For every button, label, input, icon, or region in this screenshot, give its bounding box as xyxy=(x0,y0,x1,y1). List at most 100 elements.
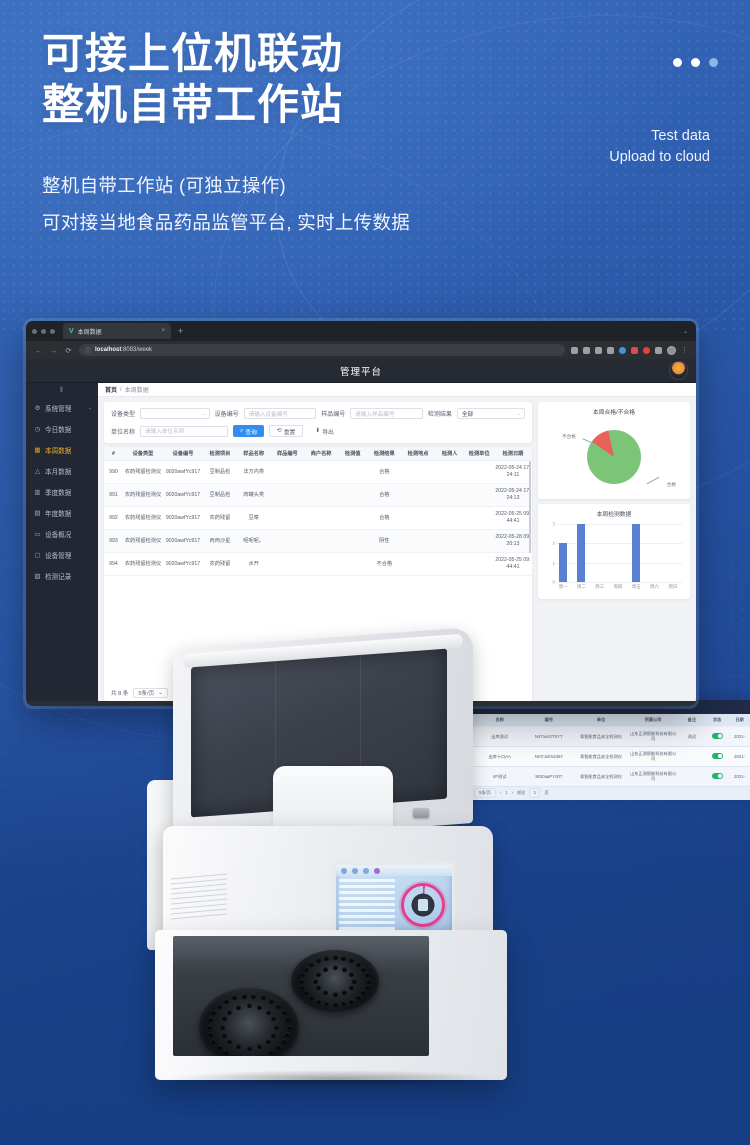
col-sample-name: 样品名称 xyxy=(236,447,271,461)
back-button[interactable]: ← xyxy=(34,346,43,355)
extensions-icon[interactable] xyxy=(655,346,662,354)
carousel-well xyxy=(271,1016,277,1022)
device-type-label: 设备类型 xyxy=(111,412,136,418)
share-icon[interactable] xyxy=(595,346,602,354)
carousel-well xyxy=(349,998,355,1004)
window-controls[interactable] xyxy=(32,328,55,334)
sidebar-item-label: 设备管理 xyxy=(45,552,72,560)
new-tab-button[interactable]: + xyxy=(178,326,183,336)
device-type-select[interactable]: ⌄ xyxy=(140,408,210,419)
maximize-window-button[interactable] xyxy=(50,328,55,334)
bar-cell[interactable] xyxy=(645,524,663,582)
bar[interactable] xyxy=(577,524,586,582)
extension-puzzle-icon[interactable] xyxy=(583,346,590,354)
sidebar-item-test-records[interactable]: ▧ 检测记录 xyxy=(26,565,98,586)
sidebar-collapse-toggle[interactable]: ‖ xyxy=(26,383,98,397)
pagination-total: 共 8 条 xyxy=(111,691,129,697)
profile-avatar[interactable] xyxy=(667,345,676,355)
cell-test-place xyxy=(401,552,435,577)
sidebar-item-year-data[interactable]: ▤ 年度数据 xyxy=(26,502,98,523)
record-icon[interactable] xyxy=(643,346,650,354)
bar[interactable] xyxy=(632,524,641,582)
browser-menu-icon[interactable]: ⋮ xyxy=(681,346,688,354)
sidebar-item-device-overview[interactable]: ▭ 设备概况 xyxy=(26,523,98,544)
instrument-touchscreen[interactable] xyxy=(333,862,455,934)
table-row[interactable]: 991 农药残留检测仪 9020awfYc917 豆制品检 肉罐头类 合格 20… xyxy=(104,483,532,508)
sample-no-label: 样品编号 xyxy=(321,412,346,418)
avatar[interactable] xyxy=(669,361,688,380)
eyebrow-text: Test data Upload to cloud xyxy=(609,126,710,168)
cell-test-item: 农药残留 xyxy=(203,506,237,531)
sidebar-item-today-data[interactable]: ◷ 今日数据 xyxy=(26,418,98,439)
screen-toolbar-icon-3 xyxy=(363,867,369,874)
table-row[interactable]: 994 农药残留检测仪 9020awfYc917 农药残留 水开 不合格 202… xyxy=(104,552,532,577)
cell-note xyxy=(678,766,706,787)
reload-button[interactable]: ⟳ xyxy=(64,346,73,355)
bar[interactable] xyxy=(559,543,568,582)
result-value: 全部 xyxy=(461,411,474,418)
bar-cell[interactable] xyxy=(572,524,590,582)
hero-sub-line-2: 可对接当地食品药品监管平台, 实时上传数据 xyxy=(42,211,411,233)
sample-no-input[interactable]: 请输入样品编号 xyxy=(350,408,423,419)
result-label: 检测结果 xyxy=(427,412,452,418)
reset-button[interactable]: ⟲ 重置 xyxy=(268,425,304,437)
records-table: # 设备类型 设备编号 检测项目 样品名称 样品编号 商户名称 检测值 检测结果 xyxy=(104,447,532,577)
device-no-input[interactable]: 请输入设备编号 xyxy=(243,408,317,419)
sidebar-item-device-management[interactable]: ▢ 设备管理 xyxy=(26,544,98,565)
carousel-well xyxy=(365,978,371,984)
cell-date: 2021- xyxy=(729,746,750,767)
sidebar-item-quarter-data[interactable]: ▥ 季度数据 xyxy=(26,481,98,502)
cell-sample-no xyxy=(270,483,305,508)
pie-chart-graphic[interactable] xyxy=(587,430,641,484)
status-toggle[interactable] xyxy=(711,732,723,739)
result-select[interactable]: 全部 ⌄ xyxy=(456,408,525,419)
sidebar-item-week-data[interactable]: ▦ 本周数据 xyxy=(26,439,98,460)
sidebar-item-system-management[interactable]: ⚙ 系统管理 ⌄ xyxy=(26,397,98,418)
calendar-week-icon: ▦ xyxy=(34,446,41,454)
sidebar-item-month-data[interactable]: △ 本月数据 xyxy=(26,460,98,481)
site-info-icon[interactable]: ⓘ xyxy=(85,346,91,355)
cell-test-date: 2022-05-25 09:44:41 xyxy=(493,552,532,577)
cell-test-value xyxy=(337,460,368,485)
address-bar[interactable]: ⓘ localhost:8083/week xyxy=(79,344,565,356)
search-button[interactable]: ⌕ 查询 xyxy=(233,425,264,437)
bar-cell[interactable] xyxy=(591,524,609,582)
cell-sample-name: 呢呢呢。 xyxy=(236,529,271,554)
status-toggle[interactable] xyxy=(711,752,723,759)
hero-sub-line-1: 整机自带工作站 (可独立操作) xyxy=(42,175,286,197)
col-index: # xyxy=(104,447,123,461)
minimize-window-button[interactable] xyxy=(41,328,46,334)
close-window-button[interactable] xyxy=(32,328,37,334)
bar-cell[interactable] xyxy=(664,524,682,582)
carousel-well xyxy=(273,1024,279,1030)
forward-button[interactable]: → xyxy=(49,346,58,355)
unit-input[interactable]: 请输入单位名称 xyxy=(140,425,229,437)
table-row[interactable]: 993 农药残留检测仪 9020awfYc917 丙丙沙星 呢呢呢。 阴性 20… xyxy=(104,529,532,554)
extension-red-icon[interactable] xyxy=(631,346,638,354)
search-button-label: 查询 xyxy=(245,429,257,436)
bar-cell[interactable] xyxy=(609,524,627,582)
instrument-hinge-right xyxy=(413,808,429,818)
star-icon[interactable] xyxy=(607,346,614,354)
carousel-well xyxy=(241,1055,247,1056)
bar-cell[interactable] xyxy=(627,524,645,582)
bookmark-manager-icon[interactable] xyxy=(571,346,578,354)
table-row[interactable]: 990 农药残留检测仪 9020awfYc917 豆制品检 法方内类 合格 20… xyxy=(104,460,532,485)
breadcrumb-current: 本周数据 xyxy=(124,388,149,394)
extension-blue-icon[interactable] xyxy=(619,346,626,354)
browser-tab[interactable]: V 本周数据 × xyxy=(63,323,171,339)
cell-sample-name: 豆菜 xyxy=(236,506,271,531)
cell-device-type: 农药残留检测仪 xyxy=(122,552,164,577)
close-tab-icon[interactable]: × xyxy=(161,328,165,334)
bar-cell[interactable] xyxy=(554,524,572,582)
cell-index: 990 xyxy=(104,460,123,485)
status-toggle[interactable] xyxy=(711,772,723,779)
cell-company: 山东正测智能科技有限公司 xyxy=(627,766,679,787)
breadcrumb-home[interactable]: 首页 xyxy=(105,385,117,394)
table-row[interactable]: 992 农药残留检测仪 9020awfYc917 农药残留 豆菜 合格 2022… xyxy=(104,506,532,531)
instrument-screen-carousel-graphic xyxy=(401,883,445,927)
export-button[interactable]: ⬇ 导出 xyxy=(308,425,340,437)
hero-subtitle: 整机自带工作站 (可独立操作) 可对接当地食品药品监管平台, 实时上传数据 xyxy=(42,168,662,240)
table-scrollbar[interactable] xyxy=(529,461,531,553)
chevron-down-icon[interactable]: ⌄ xyxy=(683,328,688,335)
